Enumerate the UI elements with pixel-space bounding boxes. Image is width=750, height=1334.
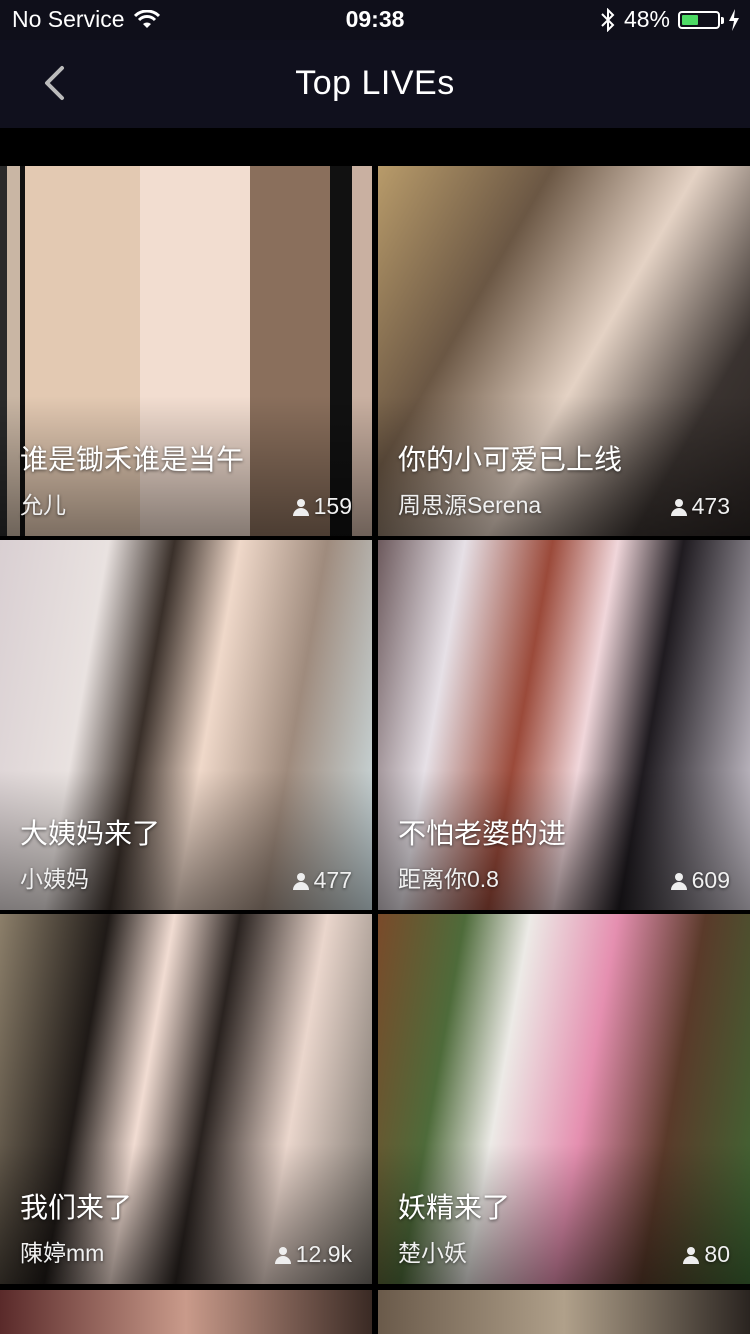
live-title: 你的小可爱已上线 bbox=[398, 444, 623, 475]
host-name: 周思源Serena bbox=[398, 492, 542, 518]
live-title: 大姨妈来了 bbox=[20, 818, 161, 849]
battery-percent: 48% bbox=[623, 6, 670, 32]
viewer-count-label: 477 bbox=[313, 867, 352, 893]
live-card[interactable]: 妖精来了 楚小妖 80 bbox=[378, 914, 750, 1284]
status-bar: No Service 09:38 48% bbox=[0, 0, 750, 40]
viewer-count-label: 80 bbox=[704, 1241, 730, 1267]
person-icon bbox=[292, 872, 309, 890]
person-icon bbox=[274, 1246, 291, 1264]
viewer-count: 473 bbox=[670, 493, 730, 520]
page-title: Top LIVEs bbox=[295, 64, 455, 102]
live-card-partial[interactable] bbox=[0, 1290, 372, 1334]
live-title: 妖精来了 bbox=[398, 1192, 511, 1223]
live-card-partial[interactable] bbox=[378, 1290, 750, 1334]
divider bbox=[0, 128, 750, 166]
viewer-count: 159 bbox=[292, 493, 352, 520]
nav-bar: Top LIVEs bbox=[0, 40, 750, 128]
status-right: 48% bbox=[600, 6, 740, 33]
battery-fill bbox=[682, 14, 699, 25]
host-name: 小姨妈 bbox=[20, 866, 89, 892]
charging-icon bbox=[729, 8, 739, 31]
viewer-count: 12.9k bbox=[274, 1241, 352, 1268]
host-name: 楚小妖 bbox=[398, 1240, 467, 1266]
host-name: 距离你0.8 bbox=[398, 866, 499, 892]
live-title: 谁是锄禾谁是当午 bbox=[20, 444, 245, 475]
viewer-count: 609 bbox=[670, 867, 730, 894]
live-card[interactable]: 谁是锄禾谁是当午 允儿 159 bbox=[0, 166, 372, 536]
live-card[interactable]: 我们来了 陳婷mm 12.9k bbox=[0, 914, 372, 1284]
live-card[interactable]: 不怕老婆的进 距离你0.8 609 bbox=[378, 540, 750, 910]
person-icon bbox=[670, 872, 687, 890]
live-grid: 谁是锄禾谁是当午 允儿 159 你的小可爱已上线 周思源Serena 473 大… bbox=[0, 166, 750, 1284]
host-name: 陳婷mm bbox=[20, 1240, 105, 1266]
viewer-count-label: 473 bbox=[691, 493, 730, 519]
viewer-count-label: 159 bbox=[313, 493, 352, 519]
live-title: 我们来了 bbox=[20, 1192, 133, 1223]
person-icon bbox=[683, 1246, 700, 1264]
battery-icon bbox=[678, 10, 724, 29]
bluetooth-icon bbox=[601, 7, 615, 32]
live-card[interactable]: 你的小可爱已上线 周思源Serena 473 bbox=[378, 166, 750, 536]
live-card[interactable]: 大姨妈来了 小姨妈 477 bbox=[0, 540, 372, 910]
viewer-count: 477 bbox=[292, 867, 352, 894]
viewer-count-label: 12.9k bbox=[295, 1241, 352, 1267]
person-icon bbox=[670, 498, 687, 516]
person-icon bbox=[292, 498, 309, 516]
viewer-count: 80 bbox=[682, 1241, 730, 1268]
host-name: 允儿 bbox=[20, 492, 66, 518]
viewer-count-label: 609 bbox=[691, 867, 730, 893]
live-title: 不怕老婆的进 bbox=[398, 818, 567, 849]
